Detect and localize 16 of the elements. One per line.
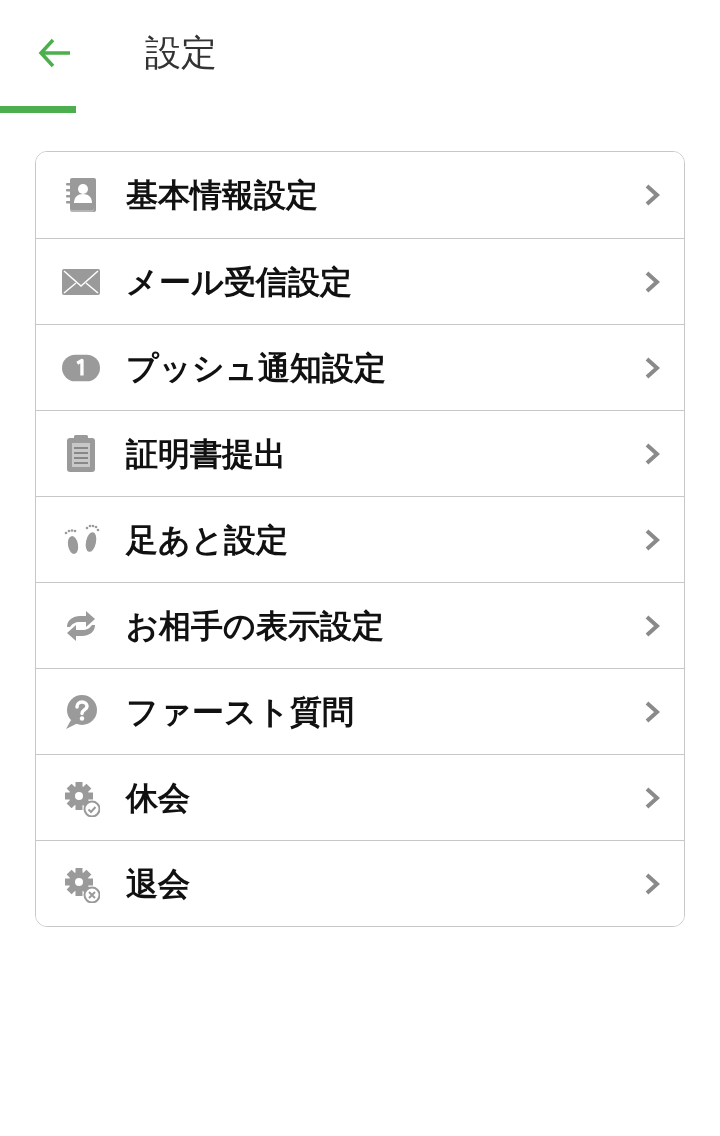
back-icon[interactable] [38, 38, 72, 68]
chevron-right-icon [644, 699, 660, 724]
chevron-right-icon [644, 527, 660, 552]
chevron-right-icon [644, 785, 660, 810]
chevron-right-icon [644, 269, 660, 294]
page-title: 設定 [145, 35, 217, 71]
clipboard-icon [64, 434, 98, 473]
chevron-right-icon [644, 871, 660, 896]
chevron-right-icon [644, 355, 660, 380]
question-bubble-icon [63, 693, 99, 730]
chevron-right-icon [644, 441, 660, 466]
chevron-right-icon [644, 183, 660, 207]
chevron-right-icon [644, 613, 660, 638]
menu-item[interactable]: 退会 [36, 840, 684, 926]
contacts-book-icon [63, 176, 99, 214]
footprints-icon [62, 523, 100, 556]
